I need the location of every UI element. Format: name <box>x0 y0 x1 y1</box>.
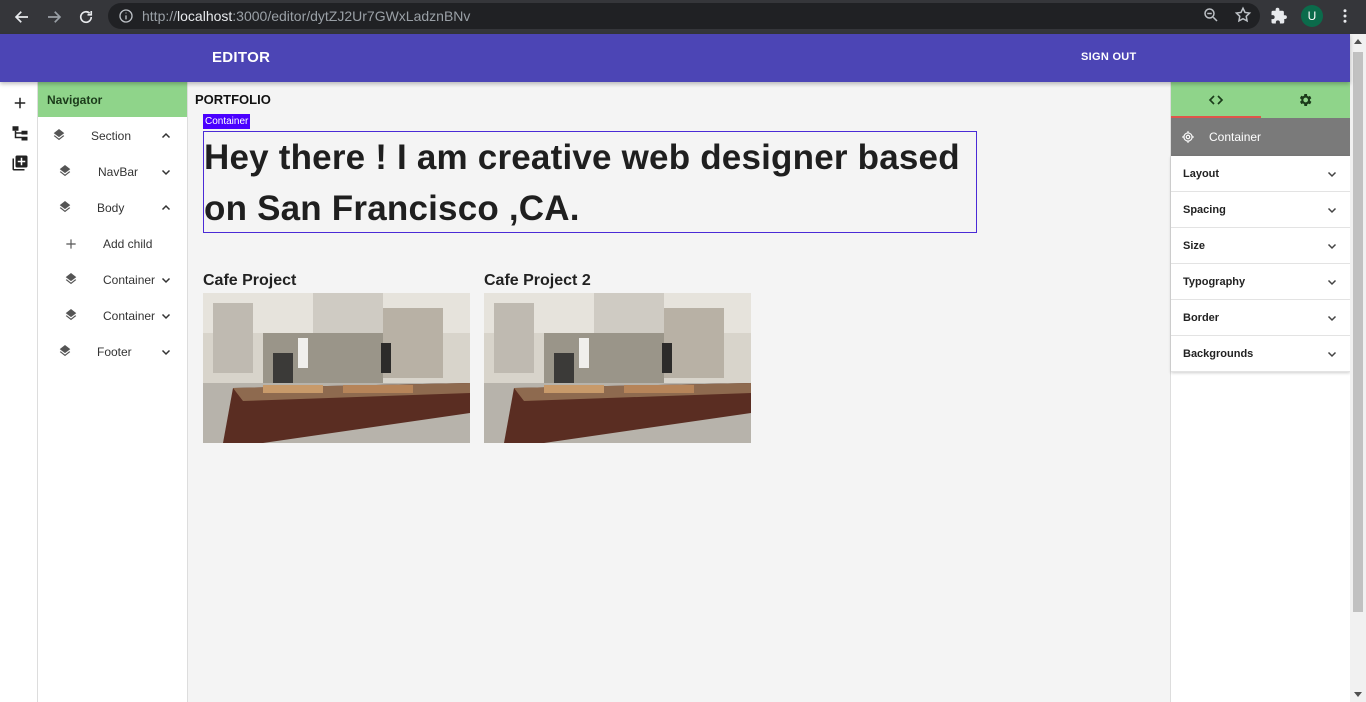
component-icon <box>1182 131 1194 143</box>
sign-out-button[interactable]: SIGN OUT <box>1081 51 1137 63</box>
hero-text[interactable]: Hey there ! I am creative web designer b… <box>204 132 976 234</box>
section-layout[interactable]: Layout <box>1171 156 1350 192</box>
tool-rail <box>0 82 38 702</box>
page-scrollbar[interactable] <box>1350 34 1366 702</box>
editor-canvas[interactable]: PORTFOLIO Container Hey there ! I am cre… <box>188 82 1170 702</box>
navigator-item-label: Footer <box>97 345 132 359</box>
section-label: Spacing <box>1183 203 1226 216</box>
chevron-up-icon[interactable] <box>160 202 172 214</box>
selected-component-header: Container <box>1171 118 1350 156</box>
section-backgrounds[interactable]: Backgrounds <box>1171 336 1350 372</box>
section-border[interactable]: Border <box>1171 300 1350 336</box>
project-card[interactable]: Cafe Project <box>203 272 470 443</box>
navigator-item-label: Container <box>103 309 156 323</box>
more-vert-icon <box>1343 9 1347 23</box>
selected-component-name: Container <box>1209 130 1262 144</box>
chevron-down-icon <box>1327 279 1337 285</box>
layers-icon <box>59 345 71 357</box>
cafe-kitchen-image <box>203 293 470 443</box>
layers-icon <box>59 201 71 213</box>
section-label: Backgrounds <box>1183 347 1254 360</box>
profile-avatar[interactable]: U <box>1301 5 1323 27</box>
layers-icon <box>59 165 71 177</box>
navigator-item-label: Body <box>97 201 125 215</box>
browser-menu-button[interactable] <box>1336 7 1354 30</box>
project-image[interactable] <box>203 293 470 443</box>
code-icon <box>1208 95 1223 105</box>
section-label: Size <box>1183 239 1206 252</box>
star-icon[interactable] <box>1234 6 1252 24</box>
project-image[interactable] <box>484 293 751 443</box>
project-title[interactable]: Cafe Project 2 <box>484 272 751 293</box>
panel-tabs <box>1171 82 1350 118</box>
arrow-left-icon <box>14 11 28 23</box>
chevron-down-icon <box>1327 351 1337 357</box>
scrollbar-thumb[interactable] <box>1353 52 1363 612</box>
layers-icon <box>65 309 77 321</box>
section-spacing[interactable]: Spacing <box>1171 192 1350 228</box>
navigator-item-footer[interactable]: Footer <box>38 334 188 370</box>
section-label: Typography <box>1183 275 1246 288</box>
chevron-down-icon <box>1327 315 1337 321</box>
gear-icon <box>1300 94 1312 106</box>
navigator-item-label: NavBar <box>98 165 139 179</box>
reload-button[interactable] <box>70 2 102 32</box>
navigator-item-navbar[interactable]: NavBar <box>38 154 188 190</box>
active-tab-indicator <box>1171 116 1261 118</box>
arrow-right-icon <box>48 11 62 23</box>
cafe-kitchen-image <box>484 293 751 443</box>
project-title[interactable]: Cafe Project <box>203 272 470 293</box>
navigator-item-label: Section <box>91 129 132 143</box>
back-button[interactable] <box>6 2 38 32</box>
scroll-down-arrow[interactable] <box>1354 692 1362 697</box>
address-bar[interactable]: http://localhost:3000/editor/dytZJ2Ur7GW… <box>108 3 1260 29</box>
chevron-down-icon[interactable] <box>160 274 172 286</box>
reload-icon <box>79 10 93 24</box>
navigator-item-container[interactable]: Container <box>38 262 188 298</box>
chevron-down-icon <box>1327 243 1337 249</box>
add-icon[interactable] <box>11 94 29 112</box>
navigator-item-body[interactable]: Body <box>38 190 188 226</box>
browser-toolbar: http://localhost:3000/editor/dytZJ2Ur7GW… <box>0 0 1366 34</box>
extensions-button[interactable] <box>1270 7 1288 30</box>
chevron-down-icon[interactable] <box>160 310 172 322</box>
properties-panel: Container Layout Spacing Size Typography… <box>1170 82 1350 702</box>
add-child-label: Add child <box>103 237 153 251</box>
section-label: Border <box>1183 311 1220 324</box>
section-size[interactable]: Size <box>1171 228 1350 264</box>
selected-component-tag: Container <box>203 114 251 129</box>
scroll-up-arrow[interactable] <box>1354 39 1362 44</box>
navigator-item-container[interactable]: Container <box>38 298 188 334</box>
url-text: http://localhost:3000/editor/dytZJ2Ur7GW… <box>142 8 471 24</box>
section-label: Layout <box>1183 167 1220 180</box>
chevron-down-icon[interactable] <box>160 346 172 358</box>
navigator-item-section[interactable]: Section <box>38 118 188 154</box>
project-card[interactable]: Cafe Project 2 <box>484 272 751 443</box>
tab-code[interactable] <box>1171 82 1261 118</box>
zoom-icon[interactable] <box>1202 6 1220 24</box>
chevron-down-icon <box>1327 207 1337 213</box>
app-header: EDITOR SIGN OUT <box>0 34 1350 82</box>
forward-button[interactable] <box>38 2 70 32</box>
section-typography[interactable]: Typography <box>1171 264 1350 300</box>
page-heading[interactable]: PORTFOLIO <box>195 92 271 107</box>
puzzle-icon <box>1271 7 1287 24</box>
tree-icon[interactable] <box>11 124 29 142</box>
info-icon[interactable] <box>118 8 134 24</box>
hero-container[interactable]: Hey there ! I am creative web designer b… <box>203 131 977 233</box>
add-child-button[interactable]: Add child <box>38 226 188 262</box>
navigator-header: Navigator <box>38 82 187 117</box>
tab-settings[interactable] <box>1261 82 1351 118</box>
app-title: EDITOR <box>212 49 271 66</box>
chevron-down-icon[interactable] <box>160 166 172 178</box>
chevron-down-icon <box>1327 171 1337 177</box>
navigator-panel: Navigator Section NavBar Body Add child … <box>38 82 188 702</box>
navigator-item-label: Container <box>103 273 156 287</box>
chevron-up-icon[interactable] <box>160 130 172 142</box>
plus-icon <box>66 239 76 249</box>
layers-icon <box>65 273 77 285</box>
layers-icon <box>53 129 65 141</box>
pages-icon[interactable] <box>11 154 29 172</box>
